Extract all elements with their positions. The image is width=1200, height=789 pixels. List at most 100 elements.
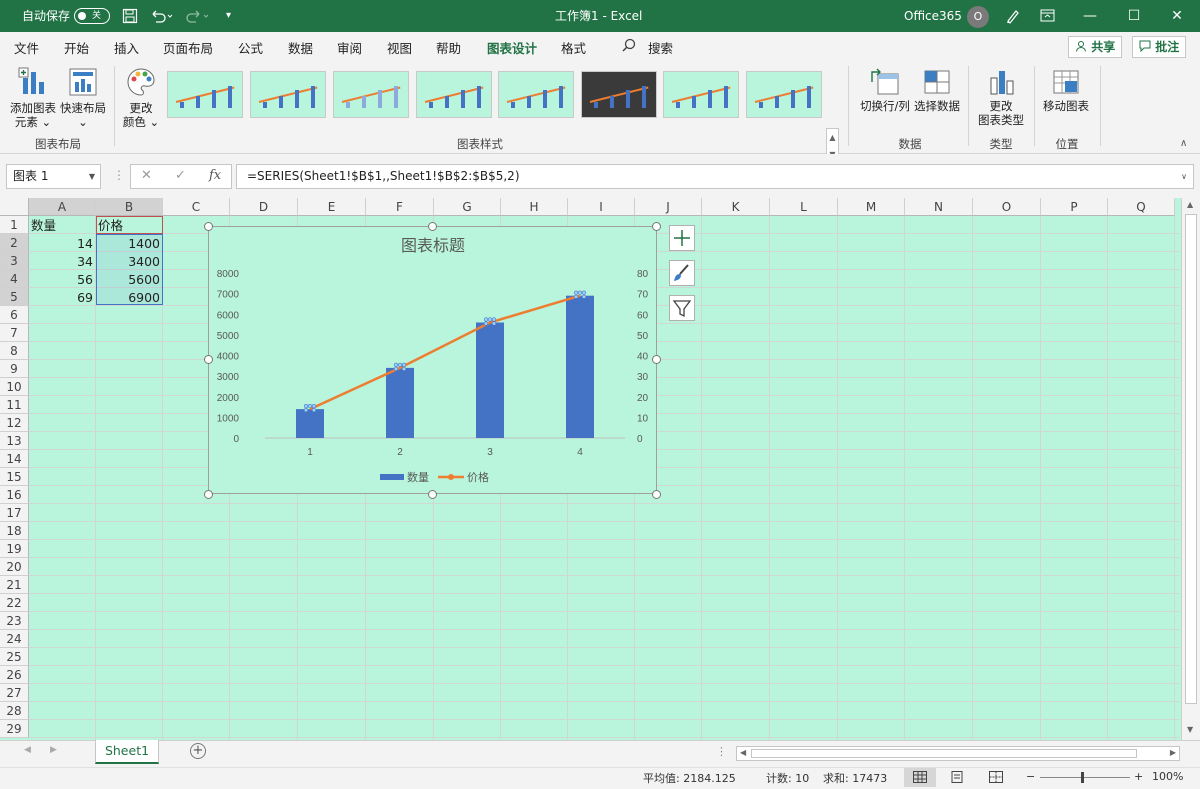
chart-elements-button[interactable] xyxy=(669,225,695,251)
row-header-21[interactable]: 21 xyxy=(0,576,29,594)
row-header-22[interactable]: 22 xyxy=(0,594,29,612)
line-point-marker[interactable] xyxy=(573,290,579,295)
vertical-scrollbar[interactable]: ▲ ▼ xyxy=(1181,198,1200,740)
line-point-marker[interactable] xyxy=(483,317,489,322)
change-colors-button[interactable]: 更改 颜色 ⌄ xyxy=(118,66,164,129)
resize-handle-bl[interactable] xyxy=(204,490,213,499)
column-header-n[interactable]: N xyxy=(905,198,973,216)
cell-a4[interactable]: 56 xyxy=(31,271,93,288)
select-data-button[interactable]: 选择数据 xyxy=(912,68,962,113)
row-header-28[interactable]: 28 xyxy=(0,702,29,720)
cell-a5[interactable]: 69 xyxy=(31,289,93,306)
cell-b2[interactable]: 1400 xyxy=(98,235,160,252)
zoom-in-icon[interactable]: + xyxy=(1134,770,1143,783)
column-header-c[interactable]: C xyxy=(163,198,230,216)
column-header-a[interactable]: A xyxy=(29,198,96,216)
cell-b5[interactable]: 6900 xyxy=(98,289,160,306)
tab-format[interactable]: 格式 xyxy=(561,38,586,57)
column-header-q[interactable]: Q xyxy=(1108,198,1175,216)
resize-handle-ml[interactable] xyxy=(204,355,213,364)
share-button[interactable]: 共享 xyxy=(1068,36,1123,58)
column-header-i[interactable]: I xyxy=(568,198,635,216)
line-point-marker[interactable] xyxy=(401,362,407,367)
resize-handle-tc[interactable] xyxy=(428,222,437,231)
switch-row-column-button[interactable]: 切换行/列 xyxy=(856,68,914,113)
legend-bar-label[interactable]: 数量 xyxy=(407,471,429,484)
row-header-12[interactable]: 12 xyxy=(0,414,29,432)
tab-file[interactable]: 文件 xyxy=(14,38,39,57)
cell-b1[interactable]: 价格 xyxy=(98,217,123,234)
line-point-marker[interactable] xyxy=(393,366,399,371)
sheet-tab-sheet1[interactable]: Sheet1 xyxy=(95,740,159,764)
line-point-marker[interactable] xyxy=(573,294,579,299)
enter-icon[interactable]: ✓ xyxy=(175,168,186,183)
bar-2[interactable] xyxy=(386,367,414,438)
column-header-b[interactable]: B xyxy=(96,198,163,216)
row-header-26[interactable]: 26 xyxy=(0,666,29,684)
quick-layout-button[interactable]: 快速布局 ⌄ xyxy=(58,66,108,129)
expand-formula-icon[interactable]: ∨ xyxy=(1181,165,1187,188)
collapse-ribbon-icon[interactable]: ∧ xyxy=(1180,138,1187,149)
add-chart-element-button[interactable]: 添加图表 元素 ⌄ xyxy=(8,66,58,129)
legend-line-label[interactable]: 价格 xyxy=(467,470,489,484)
cell-b4[interactable]: 5600 xyxy=(98,271,160,288)
chart-style-1[interactable] xyxy=(167,71,243,118)
column-header-j[interactable]: J xyxy=(635,198,702,216)
bar-4[interactable] xyxy=(566,295,594,438)
line-point-marker[interactable] xyxy=(487,317,493,322)
page-break-view-icon[interactable] xyxy=(989,771,1003,786)
prev-sheet-icon[interactable]: ◀ xyxy=(24,745,31,755)
tab-review[interactable]: 审阅 xyxy=(337,38,362,57)
zoom-slider-thumb[interactable] xyxy=(1081,772,1084,783)
search-icon[interactable] xyxy=(622,38,636,55)
tab-home[interactable]: 开始 xyxy=(64,38,89,57)
row-header-1[interactable]: 1 xyxy=(0,216,29,234)
column-header-h[interactable]: H xyxy=(501,198,568,216)
column-header-e[interactable]: E xyxy=(298,198,366,216)
scroll-up-icon[interactable]: ▲ xyxy=(1187,200,1193,209)
column-header-m[interactable]: M xyxy=(838,198,905,216)
chart-style-5[interactable] xyxy=(498,71,574,118)
chart-style-7[interactable] xyxy=(663,71,739,118)
row-header-6[interactable]: 6 xyxy=(0,306,29,324)
row-header-9[interactable]: 9 xyxy=(0,360,29,378)
row-header-2[interactable]: 2 xyxy=(0,234,29,252)
cell-b3[interactable]: 3400 xyxy=(98,253,160,270)
row-header-13[interactable]: 13 xyxy=(0,432,29,450)
resize-handle-mr[interactable] xyxy=(652,355,661,364)
chart-style-8[interactable] xyxy=(746,71,822,118)
tab-chart-design[interactable]: 图表设计 xyxy=(487,38,538,62)
row-header-5[interactable]: 5 xyxy=(0,288,29,306)
row-header-20[interactable]: 20 xyxy=(0,558,29,576)
row-header-17[interactable]: 17 xyxy=(0,504,29,522)
row-header-19[interactable]: 19 xyxy=(0,540,29,558)
line-point-marker[interactable] xyxy=(303,408,309,413)
chevron-down-icon[interactable]: ▼ xyxy=(89,165,95,188)
line-point-marker[interactable] xyxy=(303,404,309,409)
line-series[interactable] xyxy=(309,294,581,411)
line-point-marker[interactable] xyxy=(581,290,587,295)
row-header-27[interactable]: 27 xyxy=(0,684,29,702)
line-point-marker[interactable] xyxy=(483,321,489,326)
resize-handle-tl[interactable] xyxy=(204,222,213,231)
chart-style-3[interactable] xyxy=(333,71,409,118)
row-header-10[interactable]: 10 xyxy=(0,378,29,396)
avatar[interactable]: O xyxy=(967,6,989,28)
undo-icon[interactable] xyxy=(150,0,174,32)
tab-page-layout[interactable]: 页面布局 xyxy=(163,38,213,57)
chart-style-4[interactable] xyxy=(416,71,492,118)
line-point-marker[interactable] xyxy=(401,366,407,371)
move-chart-button[interactable]: 移动图表 xyxy=(1040,68,1092,113)
comments-button[interactable]: 批注 xyxy=(1132,36,1187,58)
cell-a3[interactable]: 34 xyxy=(31,253,93,270)
column-header-f[interactable]: F xyxy=(366,198,434,216)
chart-title[interactable]: 图表标题 xyxy=(401,237,465,255)
line-point-marker[interactable] xyxy=(307,404,313,409)
ribbon-display-icon[interactable] xyxy=(1040,0,1056,32)
formula-input[interactable]: =SERIES(Sheet1!$B$1,,Sheet1!$B$2:$B$5,2)… xyxy=(236,164,1194,189)
tab-view[interactable]: 视图 xyxy=(387,38,412,57)
autosave-toggle[interactable]: 关 xyxy=(74,8,110,24)
minimize-button[interactable]: — xyxy=(1067,0,1113,32)
chart-object[interactable]: 图表标题 0 1000 2000 3000 4000 5000 6000 7000 8000 0… xyxy=(208,226,657,494)
horizontal-scroll-thumb[interactable] xyxy=(751,749,1137,758)
